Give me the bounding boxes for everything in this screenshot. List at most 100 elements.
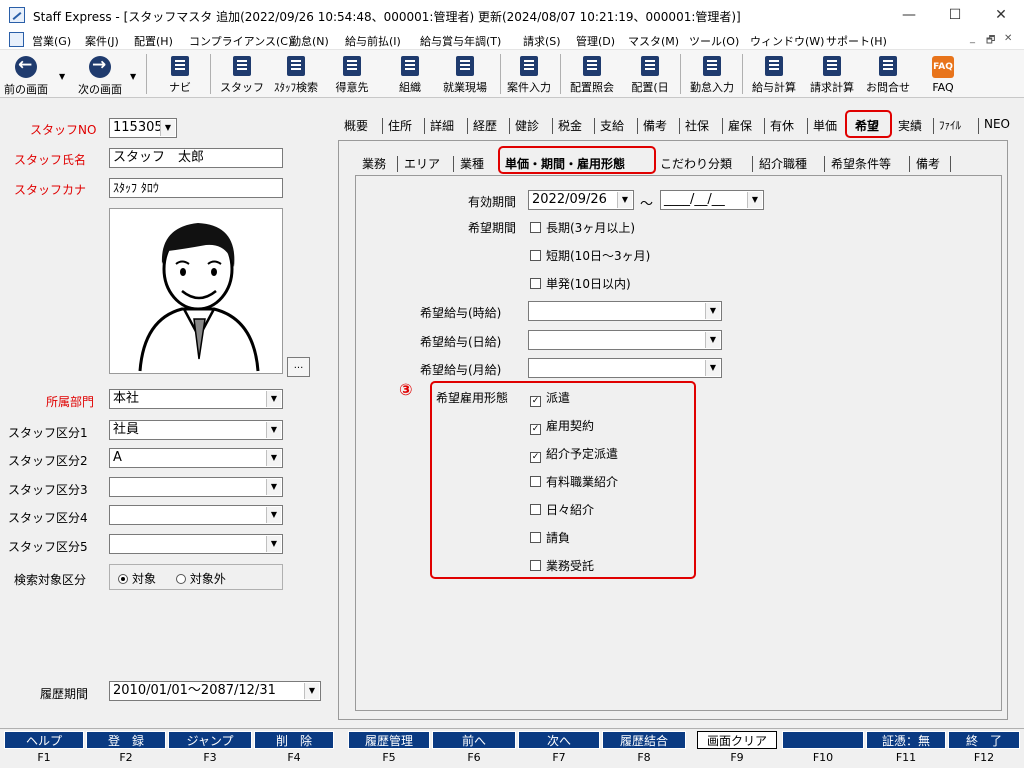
tab-overview[interactable]: 概要 <box>344 114 368 138</box>
staff-button[interactable]: スタッフ <box>220 50 264 98</box>
wage-daily-select[interactable]: ▼ <box>528 330 722 350</box>
subtab-industry[interactable]: 業種 <box>460 153 484 172</box>
work-site-button[interactable]: 就業現場 <box>440 50 490 98</box>
menu-placement[interactable]: 配置(H) <box>134 33 173 49</box>
f10-button[interactable] <box>782 731 864 749</box>
menu-billing[interactable]: 請求(S) <box>523 33 561 49</box>
cat1-select[interactable]: 社員 ▼ <box>109 420 283 440</box>
subtab-notes[interactable]: 備考 <box>916 153 940 172</box>
tab-paid-leave[interactable]: 有休 <box>770 114 794 138</box>
subtab-desired-conditions[interactable]: 希望条件等 <box>831 153 891 172</box>
emp-outsourcing-checkbox[interactable]: 業務受託 <box>530 557 594 574</box>
placement-day-button[interactable]: 配置(日 <box>625 50 675 98</box>
tab-payment[interactable]: 支給 <box>600 114 624 138</box>
help-button[interactable]: ヘルプ <box>4 731 84 749</box>
tab-social-insurance[interactable]: 社保 <box>685 114 709 138</box>
emp-contract-checkbox[interactable]: ✓ 雇用契約 <box>530 417 594 435</box>
chevron-down-icon[interactable]: ▼ <box>266 536 281 552</box>
search-target-on-radio[interactable]: 対象 <box>118 572 156 586</box>
tab-tax[interactable]: 税金 <box>558 114 582 138</box>
next-button[interactable]: 次へ <box>518 731 600 749</box>
chevron-down-icon[interactable]: ▼ <box>705 360 720 376</box>
menu-compliance[interactable]: コンプライアンス(C) <box>189 33 292 49</box>
chevron-down-icon[interactable]: ▼ <box>705 303 720 319</box>
prev-dropdown-icon[interactable]: ▼ <box>59 72 65 81</box>
tab-neo[interactable]: NEO <box>984 114 1010 138</box>
photo-browse-button[interactable]: ... <box>287 357 310 377</box>
mdi-minimize-button[interactable]: _ <box>970 33 975 44</box>
job-entry-button[interactable]: 案件入力 <box>504 50 554 98</box>
chevron-down-icon[interactable]: ▼ <box>160 120 175 136</box>
staff-search-button[interactable]: ｽﾀｯﾌ検索 <box>268 50 324 98</box>
mdi-close-button[interactable]: ✕ <box>1004 33 1012 44</box>
menu-payroll[interactable]: 給与賞与年調(T) <box>420 33 501 49</box>
subtab-referral-occupation[interactable]: 紹介職種 <box>759 153 807 172</box>
chevron-down-icon[interactable]: ▼ <box>266 479 281 495</box>
valid-from-date[interactable]: 2022/09/26 ▼ <box>528 190 634 210</box>
jump-button[interactable]: ジャンプ <box>168 731 252 749</box>
navi-button[interactable]: ナビ <box>160 50 200 98</box>
tab-employment-insurance[interactable]: 雇保 <box>728 114 752 138</box>
subtab-area[interactable]: エリア <box>404 153 440 172</box>
cat4-select[interactable]: ▼ <box>109 505 283 525</box>
attendance-input-button[interactable]: 勤怠入力 <box>686 50 738 98</box>
emp-paid-placement-checkbox[interactable]: 有料職業紹介 <box>530 473 618 490</box>
client-button[interactable]: 得意先 <box>330 50 374 98</box>
chevron-down-icon[interactable]: ▼ <box>747 192 762 208</box>
dept-select[interactable]: 本社 ▼ <box>109 389 283 409</box>
menu-job[interactable]: 案件(J) <box>85 33 119 49</box>
previous-button[interactable]: 前へ <box>432 731 516 749</box>
maximize-button[interactable]: ☐ <box>932 0 978 30</box>
cat5-select[interactable]: ▼ <box>109 534 283 554</box>
emp-daily-referral-checkbox[interactable]: 日々紹介 <box>530 501 594 518</box>
mdi-restore-button[interactable]: 🗗 <box>986 33 995 50</box>
delete-button[interactable]: 削 除 <box>254 731 334 749</box>
exit-button[interactable]: 終 了 <box>948 731 1020 749</box>
next-screen-button[interactable]: 次の画面 <box>72 50 128 98</box>
period-short-checkbox[interactable]: 短期(10日～3ヶ月) <box>530 247 650 264</box>
chevron-down-icon[interactable]: ▼ <box>304 683 319 699</box>
subtab-specific-categories[interactable]: こだわり分類 <box>660 153 732 172</box>
wage-hourly-select[interactable]: ▼ <box>528 301 722 321</box>
subtab-work[interactable]: 業務 <box>362 153 386 172</box>
tab-details[interactable]: 詳細 <box>430 114 454 138</box>
tab-history[interactable]: 経歴 <box>473 114 497 138</box>
chevron-down-icon[interactable]: ▼ <box>705 332 720 348</box>
wage-monthly-select[interactable]: ▼ <box>528 358 722 378</box>
prev-screen-button[interactable]: 前の画面 <box>3 50 49 98</box>
period-single-checkbox[interactable]: 単発(10日以内) <box>530 275 631 292</box>
chevron-down-icon[interactable]: ▼ <box>266 391 281 407</box>
menu-support[interactable]: サポート(H) <box>826 33 887 49</box>
valid-to-date[interactable]: ____/__/__ ▼ <box>660 190 764 210</box>
menu-window[interactable]: ウィンドウ(W) <box>750 33 824 49</box>
emp-contracting-checkbox[interactable]: 請負 <box>530 529 570 546</box>
chevron-down-icon[interactable]: ▼ <box>266 450 281 466</box>
organization-button[interactable]: 組織 <box>390 50 430 98</box>
menu-master[interactable]: マスタ(M) <box>628 33 679 49</box>
staff-name-field[interactable]: スタッフ 太郎 <box>109 148 283 168</box>
placement-inquiry-button[interactable]: 配置照会 <box>566 50 618 98</box>
staff-no-field[interactable]: 115305 ▼ <box>109 118 177 138</box>
minimize-button[interactable]: — <box>886 0 932 30</box>
tab-results[interactable]: 実績 <box>898 114 922 138</box>
history-merge-button[interactable]: 履歴結合 <box>602 731 686 749</box>
tab-checkup[interactable]: 健診 <box>515 114 539 138</box>
menu-sales[interactable]: 営業(G) <box>32 33 71 49</box>
chevron-down-icon[interactable]: ▼ <box>266 422 281 438</box>
tab-address[interactable]: 住所 <box>388 114 412 138</box>
next-dropdown-icon[interactable]: ▼ <box>130 72 136 81</box>
menu-admin[interactable]: 管理(D) <box>576 33 615 49</box>
chevron-down-icon[interactable]: ▼ <box>266 507 281 523</box>
billing-calc-button[interactable]: 請求計算 <box>806 50 858 98</box>
menu-advance-pay[interactable]: 給与前払(I) <box>345 33 401 49</box>
staff-kana-field[interactable]: ｽﾀｯﾌ ﾀﾛｳ <box>109 178 283 198</box>
menu-attendance[interactable]: 勤怠(N) <box>290 33 329 49</box>
history-period-select[interactable]: 2010/01/01～2087/12/31 ▼ <box>109 681 321 701</box>
register-button[interactable]: 登 録 <box>86 731 166 749</box>
cat3-select[interactable]: ▼ <box>109 477 283 497</box>
emp-dispatch-checkbox[interactable]: ✓ 派遣 <box>530 389 570 407</box>
clear-screen-button[interactable]: 画面クリア <box>697 731 777 749</box>
close-button[interactable]: ✕ <box>978 0 1024 30</box>
payroll-calc-button[interactable]: 給与計算 <box>748 50 800 98</box>
emp-temp-to-perm-checkbox[interactable]: ✓ 紹介予定派遣 <box>530 445 618 463</box>
